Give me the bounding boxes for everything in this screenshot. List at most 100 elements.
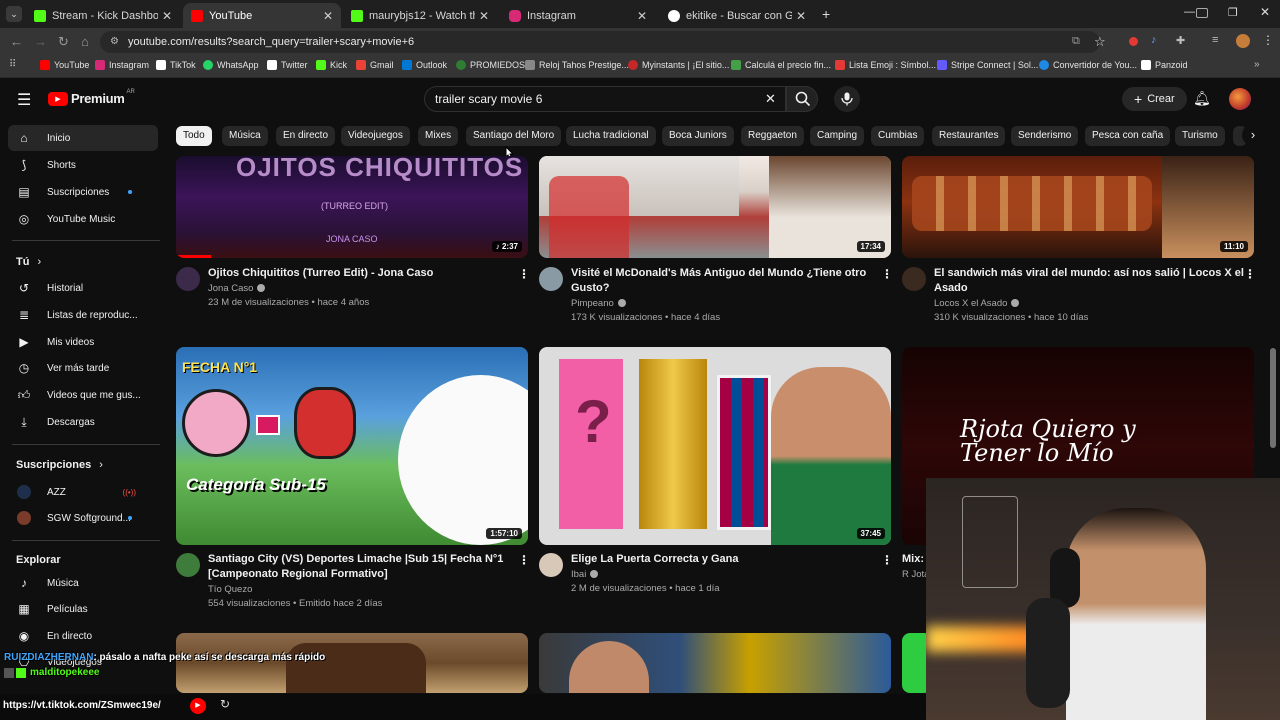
- link-text[interactable]: https://vt.tiktok.com/ZSmwec19e/: [3, 700, 161, 711]
- chip-camping[interactable]: Camping: [810, 126, 865, 146]
- bookmark-emoji[interactable]: Lista Emoji : Símbol...: [835, 60, 936, 70]
- browser-menu-icon[interactable]: ⋮: [1262, 33, 1274, 47]
- channel-name[interactable]: Ibai: [571, 567, 599, 582]
- url-bar[interactable]: ⚙ youtube.com/results?search_query=trail…: [100, 31, 1100, 53]
- close-tab-icon[interactable]: ✕: [162, 9, 172, 23]
- bookmark-calcula[interactable]: Calculá el precio fin...: [731, 60, 831, 70]
- app-taskbar-icon[interactable]: ↻: [220, 697, 230, 711]
- chip-turismo[interactable]: Turismo: [1175, 126, 1225, 146]
- channel-avatar[interactable]: [902, 267, 926, 291]
- video-title[interactable]: Visité el McDonald's Más Antiguo del Mun…: [571, 266, 871, 281]
- bookmark-gmail[interactable]: Gmail: [356, 60, 394, 70]
- reading-list-icon[interactable]: ≡: [1212, 34, 1218, 46]
- bookmark-reloj[interactable]: Reloj Tahos Prestige...: [525, 60, 629, 70]
- chip-videojuegos[interactable]: Videojuegos: [341, 126, 410, 146]
- tab-kick-vod[interactable]: maurybjs12 - Watch the VOD o ✕: [343, 3, 497, 28]
- video-title[interactable]: El sandwich más viral del mundo: así nos…: [934, 266, 1244, 281]
- chip-en-directo[interactable]: En directo: [276, 126, 336, 146]
- tab-list-button[interactable]: ⌄: [6, 6, 22, 22]
- youtube-taskbar-icon[interactable]: ▶: [190, 698, 206, 714]
- forward-icon[interactable]: →: [34, 34, 47, 49]
- more-bookmarks-icon[interactable]: »: [1254, 59, 1260, 70]
- bookmark-whatsapp[interactable]: WhatsApp: [203, 60, 259, 70]
- minimize-icon[interactable]: —: [1184, 6, 1195, 18]
- chip-boca-juniors[interactable]: Boca Juniors: [662, 126, 734, 146]
- sidebar-heading-suscripciones[interactable]: Suscripciones ›: [16, 459, 103, 471]
- close-tab-icon[interactable]: ✕: [796, 9, 806, 23]
- chip-pesca[interactable]: Pesca con caña: [1085, 126, 1171, 146]
- video-menu-icon[interactable]: ⋮: [881, 553, 893, 567]
- video-thumbnail[interactable]: 17:34: [539, 156, 891, 258]
- video-title[interactable]: Santiago City (VS) Deportes Limache |Sub…: [208, 552, 508, 567]
- chip-cumbias[interactable]: Cumbias: [871, 126, 925, 146]
- sidebar-item-descargas[interactable]: ⤓ Descargas: [8, 409, 158, 435]
- bookmark-youtube[interactable]: YouTube: [40, 60, 89, 70]
- chip-musica[interactable]: Música: [222, 126, 268, 146]
- home-icon[interactable]: ⌂: [81, 34, 89, 49]
- search-button[interactable]: [786, 86, 818, 112]
- channel-avatar[interactable]: [176, 267, 200, 291]
- tab-youtube[interactable]: YouTube ✕: [183, 3, 341, 28]
- chip-santiago-del-moro[interactable]: Santiago del Moro: [466, 126, 562, 146]
- sidebar-item-listas[interactable]: ≣ Listas de reproduc...: [8, 302, 158, 328]
- sidebar-item-ver-mas-tarde[interactable]: ◷ Ver más tarde: [8, 355, 158, 381]
- chips-next-arrow-icon[interactable]: ›: [1242, 124, 1264, 146]
- sidebar-item-shorts[interactable]: ⟆ Shorts: [8, 152, 158, 178]
- video-menu-icon[interactable]: ⋮: [1244, 267, 1256, 281]
- sidebar-item-youtube-music[interactable]: ◎ YouTube Music: [8, 206, 158, 232]
- chip-lucha-tradicional[interactable]: Lucha tradicional: [566, 126, 656, 146]
- restore-icon[interactable]: ❐: [1228, 6, 1238, 19]
- close-tab-icon[interactable]: ✕: [323, 9, 333, 23]
- bookmark-tiktok[interactable]: TikTok: [156, 60, 196, 70]
- video-thumbnail[interactable]: FECHA N°1 Categoría Sub-15 1:57:10: [176, 347, 528, 545]
- clear-search-icon[interactable]: ✕: [765, 91, 776, 107]
- extension-audio-icon[interactable]: ♪: [1151, 34, 1157, 46]
- close-tab-icon[interactable]: ✕: [637, 9, 647, 23]
- close-tab-icon[interactable]: ✕: [479, 9, 489, 23]
- channel-name[interactable]: Tío Quezo: [208, 582, 252, 597]
- new-tab-button[interactable]: +: [822, 6, 830, 22]
- voice-search-button[interactable]: [834, 86, 860, 112]
- video-title-line2[interactable]: Gusto?: [571, 281, 610, 296]
- sidebar-item-peliculas[interactable]: ▦ Películas: [8, 596, 158, 622]
- video-title-line2[interactable]: [Campeonato Regional Formativo]: [208, 567, 388, 582]
- chip-mixes[interactable]: Mixes: [418, 126, 459, 146]
- channel-avatar[interactable]: [539, 267, 563, 291]
- sidebar-item-musica[interactable]: ♪ Música: [8, 570, 158, 596]
- channel-avatar[interactable]: [539, 553, 563, 577]
- video-thumbnail[interactable]: ? 37:45: [539, 347, 891, 545]
- apps-grid-icon[interactable]: ⠿: [9, 59, 16, 70]
- channel-name[interactable]: Locos X el Asado: [934, 296, 1020, 311]
- bookmark-panzoid[interactable]: Panzoid: [1141, 60, 1188, 70]
- bookmark-stripe[interactable]: Stripe Connect | Sol...: [937, 60, 1038, 70]
- video-thumbnail[interactable]: 11:10: [902, 156, 1254, 258]
- sidebar-item-suscripciones[interactable]: ▤ Suscripciones: [8, 179, 158, 205]
- video-title[interactable]: Elige La Puerta Correcta y Gana: [571, 552, 739, 567]
- tab-kick-dashboard[interactable]: Stream - Kick Dashboard ✕: [26, 3, 180, 28]
- bookmark-myinstants[interactable]: Myinstants | ¡El sitio...: [628, 60, 729, 70]
- sidebar-item-en-directo[interactable]: ◉ En directo: [8, 623, 158, 649]
- channel-avatar[interactable]: [176, 553, 200, 577]
- extensions-puzzle-icon[interactable]: ✚: [1176, 34, 1185, 47]
- video-menu-icon[interactable]: ⋮: [881, 267, 893, 281]
- notifications-bell-icon[interactable]: 🔔︎: [1193, 90, 1211, 107]
- bookmark-twitter[interactable]: Twitter: [267, 60, 308, 70]
- chip-todo[interactable]: Todo: [176, 126, 212, 146]
- install-app-icon[interactable]: ⧉: [1072, 35, 1080, 48]
- hamburger-menu-icon[interactable]: ☰: [17, 90, 31, 110]
- close-window-icon[interactable]: ✕: [1260, 5, 1270, 19]
- channel-name[interactable]: Pimpeano: [571, 296, 626, 311]
- bookmark-outlook[interactable]: Outlook: [402, 60, 447, 70]
- account-avatar[interactable]: [1229, 88, 1251, 110]
- sidebar-item-inicio[interactable]: ⌂ Inicio: [8, 125, 158, 151]
- chip-senderismo[interactable]: Senderismo: [1011, 126, 1079, 146]
- sidebar-sub-azz[interactable]: AZZ ((•)): [8, 479, 158, 505]
- bookmark-instagram[interactable]: Instagram: [95, 60, 149, 70]
- youtube-premium-logo[interactable]: ▶ Premium AR: [48, 89, 135, 106]
- site-info-icon[interactable]: ⚙: [110, 31, 119, 53]
- video-title-line2[interactable]: Asado: [934, 281, 968, 296]
- create-button[interactable]: + Crear: [1122, 87, 1187, 111]
- chip-restaurantes[interactable]: Restaurantes: [932, 126, 1006, 146]
- tab-instagram[interactable]: Instagram ✕: [501, 3, 655, 28]
- sidebar-sub-sgw[interactable]: SGW Softground...: [8, 505, 158, 531]
